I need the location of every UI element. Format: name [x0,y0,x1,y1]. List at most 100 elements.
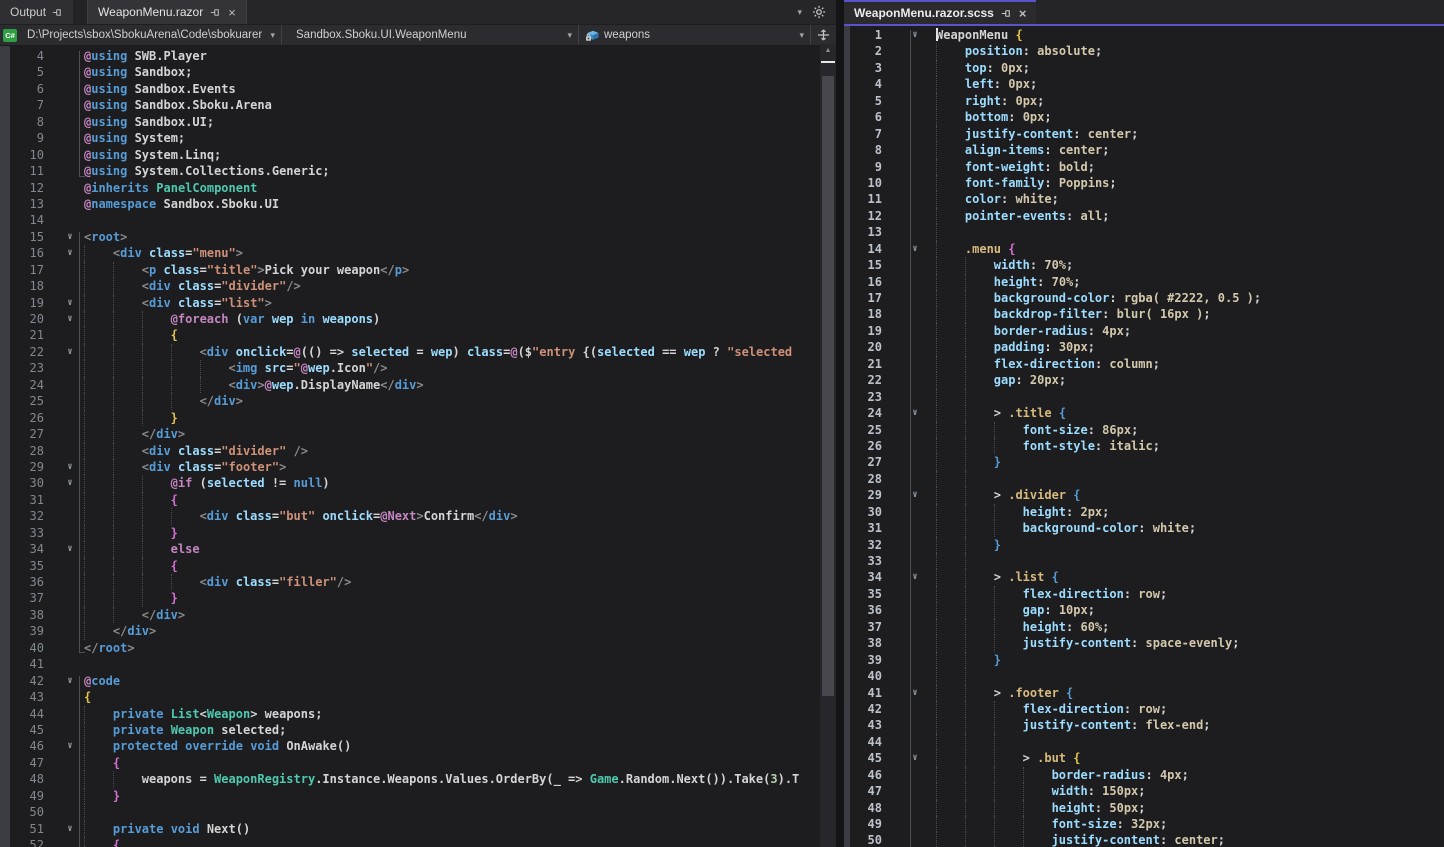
indent-guide [84,311,113,327]
code-line: 49font-size: 32px; [844,816,1444,832]
code-line: 2position: absolute; [844,43,1444,59]
indent-guide [142,475,171,491]
indent-guide [936,356,965,372]
pin-icon[interactable] [1001,8,1012,19]
scrollbar-thumb[interactable] [822,76,834,696]
editor-group-splitter[interactable] [836,0,844,847]
indent-guide [113,607,142,623]
fold-chevron-icon[interactable]: ∨ [894,241,936,257]
indent-guide [84,706,113,722]
code-line: 15∨<root> [0,229,820,245]
tab-weaponmenu-razor-scss[interactable]: WeaponMenu.razor.scss × [844,0,1036,24]
code-text: background-color: rgba( #2222, 0.5 ); [936,290,1261,306]
indent-guide [965,257,994,273]
indent-guide [113,393,142,409]
fold-chevron-icon[interactable]: ∨ [894,405,936,421]
indent-guide [965,569,994,585]
tab-output[interactable]: Output [0,0,73,24]
line-number: 26 [844,438,894,454]
close-icon[interactable]: × [1019,7,1027,20]
indent-guide [936,208,965,224]
pin-icon[interactable] [52,7,63,18]
code-text: </div> [84,623,156,639]
code-line: 19∨<div class="list"> [0,295,820,311]
type-dropdown[interactable]: Sandbox.Sboku.UI.WeaponMenu ▾ [282,25,579,45]
code-line: 28<div class="divider" /> [0,443,820,459]
code-text [84,804,113,820]
code-text: { [84,558,178,574]
code-line: 5@using Sandbox; [0,64,820,80]
indent-guide [994,800,1023,816]
line-number: 27 [844,454,894,470]
code-line: 17background-color: rgba( #2222, 0.5 ); [844,290,1444,306]
indent-guide [965,717,994,733]
code-line: 41 [0,656,820,672]
code-text: border-radius: 4px; [936,767,1189,783]
indent-guide [936,405,965,421]
code-text: justify-content: center; [936,832,1225,847]
code-line: 21{ [0,327,820,343]
fold-chevron-icon[interactable]: ∨ [894,750,936,766]
code-text: top: 0px; [936,60,1030,76]
csharp-file-icon: C# [3,29,17,42]
member-dropdown-value: weapons [604,29,650,41]
line-number: 20 [844,339,894,355]
indent-guide [84,607,113,623]
indent-guide [936,800,965,816]
code-line: 43justify-content: flex-end; [844,717,1444,733]
code-line: 34∨else [0,541,820,557]
code-text: font-size: 86px; [936,422,1138,438]
fold-chevron-icon [894,619,936,635]
code-text: @using System.Linq; [84,147,221,163]
code-line: 35flex-direction: row; [844,586,1444,602]
indent-guide [142,492,171,508]
indent-guide [113,475,142,491]
project-dropdown[interactable]: D:\Projects\sbox\SbokuArena\Code\sbokuar… [21,25,282,45]
fold-chevron-icon[interactable]: ∨ [894,685,936,701]
code-line: 45private Weapon selected; [0,722,820,738]
code-text: > .title { [936,405,1066,421]
indent-guide [113,426,142,442]
scroll-up-icon[interactable]: ▲ [820,44,836,58]
line-number: 7 [844,126,894,142]
member-dropdown[interactable]: weapons ▾ [579,25,811,45]
fold-chevron-icon[interactable]: ∨ [894,487,936,503]
code-line: 7@using Sandbox.Sboku.Arena [0,97,820,113]
tab-weaponmenu-razor[interactable]: WeaponMenu.razor × [87,0,247,24]
indent-guide [936,274,965,290]
razor-code-editor[interactable]: 4@using SWB.Player5@using Sandbox;6@usin… [0,46,820,847]
line-number: 8 [844,142,894,158]
scss-code-editor[interactable]: 1∨WeaponMenu {2position: absolute;3top: … [844,26,1444,847]
left-scrollbar[interactable]: ▲ [820,44,836,847]
indent-guide [965,832,994,847]
line-number: 6 [844,109,894,125]
fold-chevron-icon[interactable]: ∨ [894,27,936,43]
indent-guide [965,356,994,372]
gear-icon[interactable] [812,5,826,19]
code-text: <div class="filler"/> [84,574,351,590]
fold-chevron-icon [894,422,936,438]
line-number: 34 [844,569,894,585]
split-editor-icon[interactable] [811,28,836,42]
chevron-down-icon[interactable]: ▾ [797,8,802,17]
indent-guide [84,245,113,261]
fold-chevron-icon[interactable]: ∨ [894,569,936,585]
code-line: 6bottom: 0px; [844,109,1444,125]
indent-guide [142,360,171,376]
pin-icon[interactable] [210,7,221,18]
indent-guide [200,360,229,376]
code-line: 36gap: 10px; [844,602,1444,618]
code-line: 36<div class="filler"/> [0,574,820,590]
fold-region-line [79,51,80,177]
code-line: 16∨<div class="menu"> [0,245,820,261]
line-number: 48 [844,800,894,816]
close-icon[interactable]: × [228,6,236,19]
indent-guide [965,701,994,717]
indent-guide [84,278,113,294]
indent-guide [936,717,965,733]
code-text: > .footer { [936,685,1073,701]
code-line: 13@namespace Sandbox.Sboku.UI [0,196,820,212]
code-text: <div class="divider" /> [84,443,308,459]
code-line: 25font-size: 86px; [844,422,1444,438]
code-text: @foreach (var wep in weapons) [84,311,380,327]
